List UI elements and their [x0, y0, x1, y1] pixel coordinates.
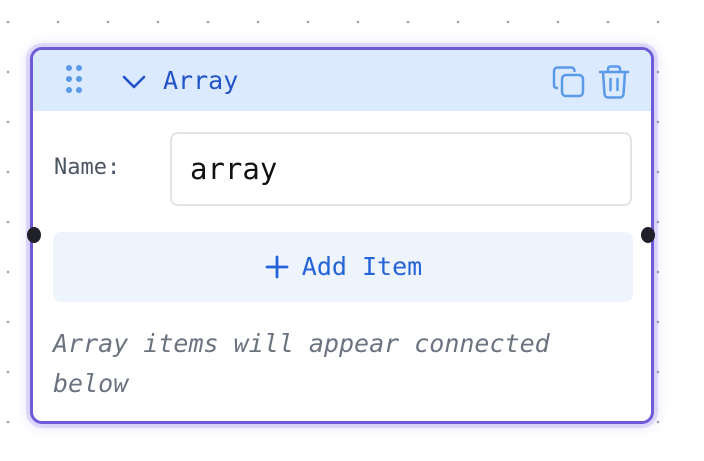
duplicate-button[interactable] — [551, 64, 587, 100]
copy-icon — [552, 66, 585, 98]
name-label: Name: — [54, 155, 121, 180]
input-connection-handle[interactable] — [27, 227, 41, 243]
name-input[interactable] — [170, 132, 632, 206]
plus-icon — [265, 255, 289, 279]
add-item-button[interactable]: Add Item — [53, 232, 633, 302]
trash-icon — [598, 65, 630, 99]
node-header: Array — [33, 50, 651, 111]
array-hint-text: Array items will appear connected below — [53, 329, 550, 398]
flow-canvas[interactable]: Array Name: array Add Item Array items w… — [0, 0, 704, 461]
add-item-label: Add Item — [301, 252, 423, 281]
drag-handle-icon[interactable] — [63, 65, 85, 97]
delete-button[interactable] — [597, 64, 631, 100]
output-connection-handle[interactable] — [641, 227, 655, 243]
chevron-down-icon[interactable] — [121, 69, 147, 95]
node-title: Array — [163, 66, 239, 95]
array-node[interactable]: Array Name: array Add Item Array items w… — [30, 47, 654, 424]
